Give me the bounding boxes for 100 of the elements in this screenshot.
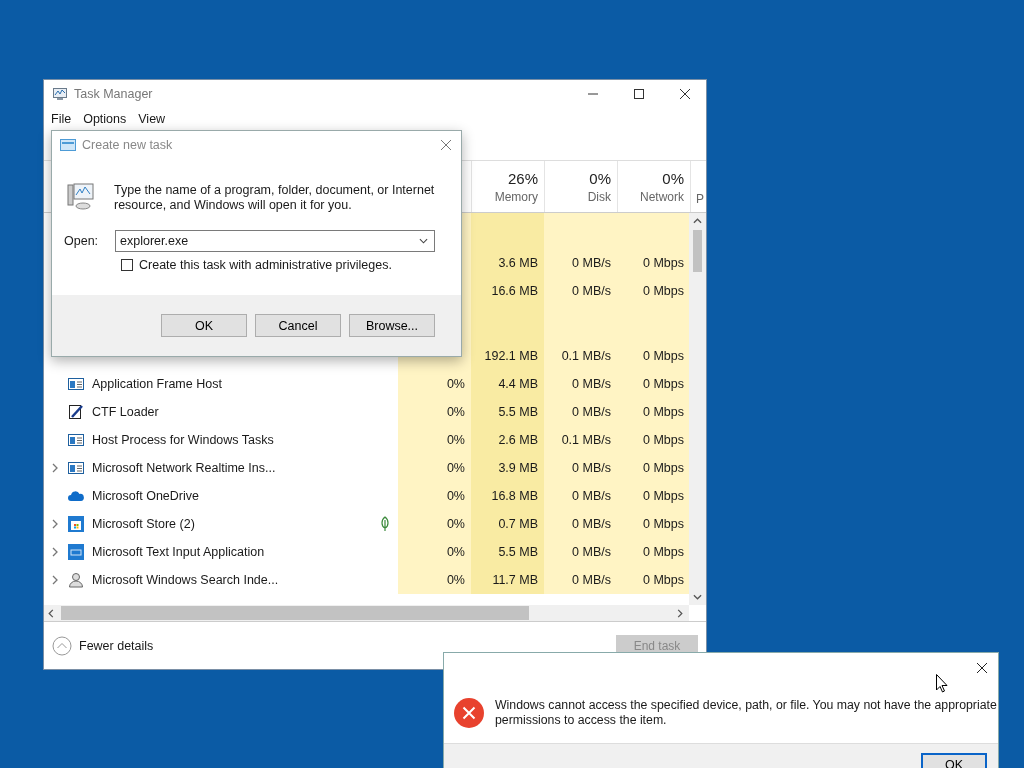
scroll-down-icon[interactable]: [693, 594, 702, 600]
process-name[interactable]: Microsoft Text Input Application: [92, 545, 265, 559]
process-row[interactable]: CTF Loader 0% 5.5 MB 0 MB/s 0 Mbps: [44, 398, 689, 426]
process-row[interactable]: Microsoft Windows Search Inde... 0% 11.7 MB 0 MB/s 0 Mbps: [44, 566, 689, 594]
open-combo-box[interactable]: explorer.exe: [115, 230, 435, 252]
column-percent: 0%: [589, 169, 611, 187]
menu-item[interactable]: View: [138, 112, 166, 126]
process-name[interactable]: Microsoft Network Realtime Ins...: [92, 461, 276, 475]
table-cell: 0%: [398, 566, 471, 594]
process-row[interactable]: Microsoft Store (2) 0% 0.7 MB 0 MB/s 0 Mbps: [44, 510, 689, 538]
process-name[interactable]: Microsoft Windows Search Inde...: [92, 573, 279, 587]
close-icon[interactable]: [977, 663, 987, 673]
fewer-details-link[interactable]: Fewer details: [79, 638, 154, 653]
table-cell: 0%: [398, 426, 471, 454]
vertical-scrollbar[interactable]: [689, 213, 706, 605]
app-window-icon: [68, 460, 84, 476]
column-header[interactable]: Disk: [587, 189, 611, 204]
expand-chevron-icon[interactable]: [52, 575, 58, 585]
table-cell: 16.6 MB: [471, 277, 544, 305]
expand-chevron-icon[interactable]: [52, 547, 58, 557]
process-row[interactable]: Microsoft Text Input Application 0% 5.5 MB 0 MB/s 0 Mbps: [44, 538, 689, 566]
menu-item[interactable]: Options: [83, 112, 127, 126]
table-cell: 0 Mbps: [617, 249, 689, 277]
table-cell: 0 MB/s: [544, 398, 617, 426]
table-cell: 0.7 MB: [471, 510, 544, 538]
process-name[interactable]: CTF Loader: [92, 405, 159, 419]
table-cell: 0%: [398, 454, 471, 482]
monitor-graph-icon: [52, 86, 68, 102]
computer-icon: [64, 181, 96, 213]
process-row[interactable]: Application Frame Host 0% 4.4 MB 0 MB/s 0 Mbps: [44, 370, 689, 398]
table-cell: 0%: [398, 370, 471, 398]
column-header[interactable]: P: [696, 192, 704, 206]
table-cell: 0 MB/s: [544, 249, 617, 277]
table-cell: 16.8 MB: [471, 482, 544, 510]
user-icon: [68, 572, 84, 588]
table-cell: 5.5 MB: [471, 398, 544, 426]
table-cell: 0 MB/s: [544, 370, 617, 398]
table-cell: 0 MB/s: [544, 277, 617, 305]
table-cell: 0 Mbps: [617, 342, 689, 370]
maximize-icon[interactable]: [634, 89, 644, 99]
column-header[interactable]: Network: [640, 189, 684, 204]
process-name[interactable]: Host Process for Windows Tasks: [92, 433, 274, 447]
table-cell: 3.9 MB: [471, 454, 544, 482]
scroll-left-icon[interactable]: [48, 608, 54, 618]
process-row[interactable]: Microsoft OneDrive 0% 16.8 MB 0 MB/s 0 Mbps: [44, 482, 689, 510]
scroll-thumb[interactable]: [61, 606, 529, 620]
table-cell: 0 Mbps: [617, 370, 689, 398]
table-cell: 0 MB/s: [544, 510, 617, 538]
dialog-title: Create new task: [82, 138, 173, 152]
dropdown-chevron-icon[interactable]: [419, 238, 428, 244]
dialog-message: Type the name of a program, folder, document, or Internet resource, and Windows will open it for you.: [114, 183, 436, 213]
scroll-up-icon[interactable]: [693, 218, 702, 224]
app-window-icon: [68, 376, 84, 392]
table-cell: 0 Mbps: [617, 510, 689, 538]
table-cell: 192.1 MB: [471, 342, 544, 370]
process-row[interactable]: Microsoft Network Realtime Ins... 0% 3.9 MB 0 MB/s 0 Mbps: [44, 454, 689, 482]
process-name[interactable]: Microsoft Store (2): [92, 517, 195, 531]
expand-chevron-icon[interactable]: [52, 463, 58, 473]
column-percent: 26%: [507, 169, 538, 187]
horizontal-scrollbar[interactable]: [44, 605, 689, 621]
table-cell: 0.1 MB/s: [544, 342, 617, 370]
collapse-chevron-icon[interactable]: [52, 635, 72, 656]
process-name[interactable]: Microsoft OneDrive: [92, 489, 199, 503]
table-cell: 11.7 MB: [471, 566, 544, 594]
table-cell: 4.4 MB: [471, 370, 544, 398]
expand-chevron-icon[interactable]: [52, 519, 58, 529]
close-icon[interactable]: [680, 89, 690, 99]
checkbox-label[interactable]: Create this task with administrative privileges.: [139, 258, 392, 272]
dialog-button[interactable]: OK: [161, 314, 247, 337]
process-name[interactable]: Application Frame Host: [92, 377, 222, 391]
error-icon: [454, 698, 484, 728]
window-icon: [60, 137, 76, 153]
notepad-pen-icon: [68, 404, 84, 420]
menu-item[interactable]: File: [51, 112, 72, 126]
table-cell: 0 Mbps: [617, 454, 689, 482]
open-label: Open:: [64, 234, 100, 248]
table-cell: 0%: [398, 538, 471, 566]
mouse-pointer-icon: [936, 674, 948, 693]
keyboard-icon: [68, 544, 84, 560]
table-cell: 5.5 MB: [471, 538, 544, 566]
dialog-button[interactable]: Browse...: [349, 314, 435, 337]
cloud-icon: [68, 488, 84, 504]
error-message: Windows cannot access the specified device, path, or file. You may not have the appropriate permissions to access the item.: [495, 698, 998, 728]
column-header[interactable]: Memory: [494, 189, 538, 204]
table-cell: 0 Mbps: [617, 566, 689, 594]
table-cell: 0 MB/s: [544, 454, 617, 482]
table-cell: 0%: [398, 510, 471, 538]
app-window-icon: [68, 432, 84, 448]
table-cell: 0 Mbps: [617, 482, 689, 510]
process-row[interactable]: Host Process for Windows Tasks 0% 2.6 MB 0.1 MB/s 0 Mbps: [44, 426, 689, 454]
leaf-icon: [380, 516, 390, 532]
table-cell: 0 MB/s: [544, 538, 617, 566]
window-title: Task Manager: [74, 87, 153, 101]
table-cell: 0%: [398, 398, 471, 426]
table-cell: 0 Mbps: [617, 277, 689, 305]
checkbox[interactable]: [121, 259, 133, 271]
scroll-thumb[interactable]: [693, 230, 702, 272]
column-percent: 0%: [662, 169, 684, 187]
dialog-button[interactable]: Cancel: [255, 314, 341, 337]
scroll-right-icon[interactable]: [677, 608, 683, 618]
